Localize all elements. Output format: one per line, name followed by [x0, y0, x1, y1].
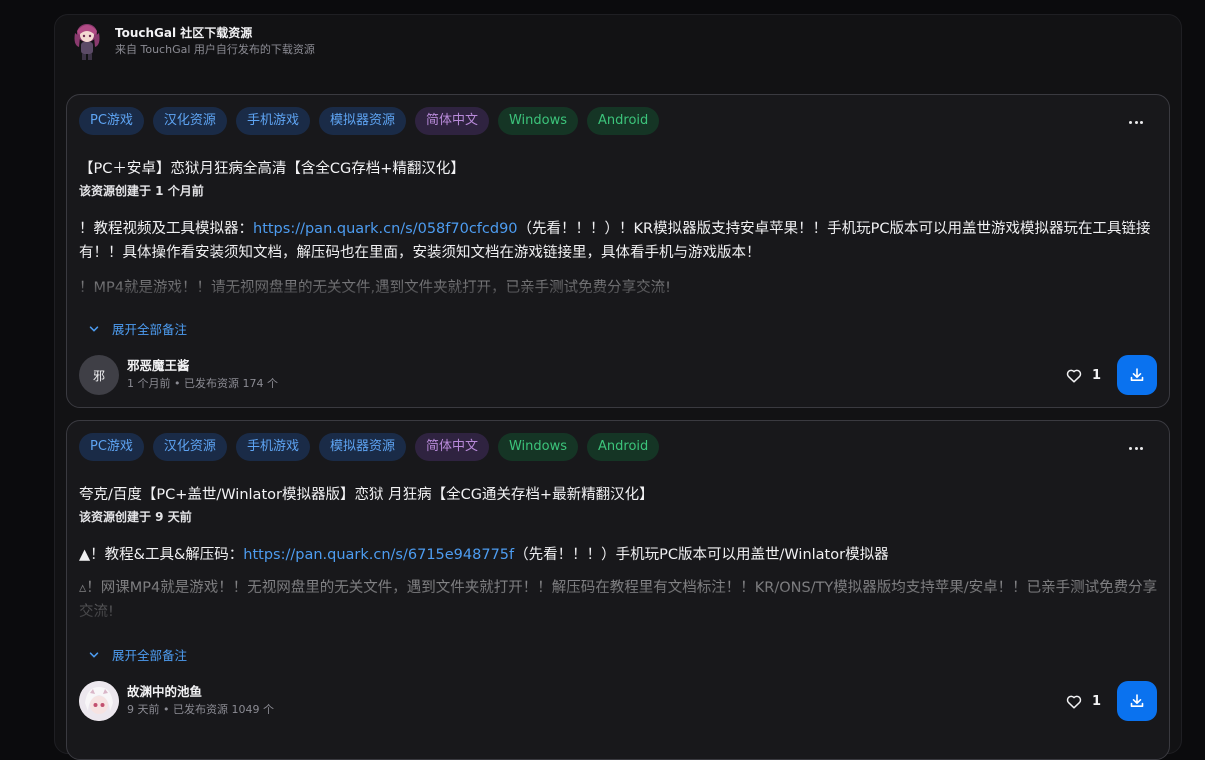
author-name[interactable]: 故渊中的池鱼 — [127, 684, 274, 700]
panel-header: TouchGal 社区下载资源 来自 TouchGal 用户自行发布的下载资源 — [71, 21, 315, 61]
tag-pc-game[interactable]: PC游戏 — [79, 433, 144, 461]
resource-title: 【PC＋安卓】恋狱月狂病全高清【含全CG存档+精翻汉化】 — [79, 161, 465, 177]
more-icon[interactable] — [1129, 121, 1143, 125]
like-count: 1 — [1091, 694, 1101, 709]
avatar[interactable]: 邪 — [79, 355, 119, 395]
resource-note: ▲！教程&工具&解压码：https://pan.quark.cn/s/6715e… — [79, 543, 1159, 567]
note-text: （先看！！！）手机玩PC版本可以用盖世/Winlator模拟器 — [514, 547, 889, 563]
tag-mobile-game[interactable]: 手机游戏 — [235, 107, 310, 135]
tag-list: PC游戏 汉化资源 手机游戏 模拟器资源 简体中文 Windows Androi… — [79, 107, 660, 135]
resource-title: 夸克/百度【PC+盖世/Winlator模拟器版】恋狱 月狂病【全CG通关存档+… — [79, 487, 654, 503]
author-info[interactable]: 故渊中的池鱼 9 天前 • 已发布资源 1049 个 — [79, 681, 274, 721]
resource-note: ！教程视频及工具模拟器：https://pan.quark.cn/s/058f7… — [79, 217, 1159, 265]
note-link[interactable]: https://pan.quark.cn/s/058f70cfcd90 — [253, 221, 518, 237]
like-button[interactable]: 1 — [1066, 694, 1101, 709]
author-meta: 9 天前 • 已发布资源 1049 个 — [127, 703, 274, 716]
tag-chinese-localization[interactable]: 汉化资源 — [152, 433, 227, 461]
note-text: ▲！教程&工具&解压码： — [79, 547, 244, 563]
like-button[interactable]: 1 — [1066, 368, 1101, 383]
expand-label: 展开全部备注 — [112, 322, 188, 337]
download-icon — [1130, 368, 1144, 381]
author-name[interactable]: 邪恶魔王酱 — [127, 358, 278, 374]
resource-note-faded: ！MP4就是游戏！！请无视网盘里的无关文件,遇到文件夹就打开，已亲手测试免费分享… — [79, 280, 671, 296]
tag-emulator[interactable]: 模拟器资源 — [318, 433, 406, 461]
tag-pc-game[interactable]: PC游戏 — [79, 107, 144, 135]
tag-android[interactable]: Android — [587, 107, 660, 135]
like-count: 1 — [1091, 368, 1101, 383]
created-time: 该资源创建于 1 个月前 — [79, 184, 204, 198]
expand-notes-button[interactable]: 展开全部备注 — [89, 319, 187, 338]
expand-label: 展开全部备注 — [112, 648, 188, 663]
more-icon[interactable] — [1129, 447, 1143, 451]
note-link[interactable]: https://pan.quark.cn/s/6715e948775f — [243, 547, 514, 563]
created-time: 该资源创建于 9 天前 — [79, 510, 192, 524]
tag-windows[interactable]: Windows — [497, 433, 579, 461]
panel-subtitle: 来自 TouchGal 用户自行发布的下载资源 — [115, 42, 315, 56]
tag-emulator[interactable]: 模拟器资源 — [318, 107, 406, 135]
tag-simplified-chinese[interactable]: 简体中文 — [414, 107, 489, 135]
heart-icon — [1066, 695, 1082, 709]
resource-card: PC游戏 汉化资源 手机游戏 模拟器资源 简体中文 Windows Androi… — [66, 94, 1170, 408]
author-meta: 1 个月前 • 已发布资源 174 个 — [127, 377, 278, 390]
download-button[interactable] — [1117, 681, 1157, 721]
touchgal-logo — [71, 21, 103, 61]
tag-mobile-game[interactable]: 手机游戏 — [235, 433, 310, 461]
tag-simplified-chinese[interactable]: 简体中文 — [414, 433, 489, 461]
panel-title: TouchGal 社区下载资源 — [115, 25, 253, 40]
expand-notes-button[interactable]: 展开全部备注 — [89, 645, 187, 664]
note-text: ！教程视频及工具模拟器： — [79, 221, 253, 237]
resource-card: PC游戏 汉化资源 手机游戏 模拟器资源 简体中文 Windows Androi… — [66, 420, 1170, 760]
heart-icon — [1066, 369, 1082, 383]
tag-list: PC游戏 汉化资源 手机游戏 模拟器资源 简体中文 Windows Androi… — [79, 433, 660, 461]
author-info[interactable]: 邪 邪恶魔王酱 1 个月前 • 已发布资源 174 个 — [79, 355, 278, 395]
chevron-down-icon — [89, 325, 99, 332]
avatar[interactable] — [79, 681, 119, 721]
download-button[interactable] — [1117, 355, 1157, 395]
tag-android[interactable]: Android — [587, 433, 660, 461]
tag-windows[interactable]: Windows — [497, 107, 579, 135]
tag-chinese-localization[interactable]: 汉化资源 — [152, 107, 227, 135]
resource-note-faded: ▵！网课MP4就是游戏！！无视网盘里的无关文件，遇到文件夹就打开！！解压码在教程… — [79, 580, 1158, 620]
chevron-down-icon — [89, 651, 99, 658]
resources-panel: TouchGal 社区下载资源 来自 TouchGal 用户自行发布的下载资源 … — [54, 14, 1182, 760]
download-icon — [1130, 694, 1144, 707]
